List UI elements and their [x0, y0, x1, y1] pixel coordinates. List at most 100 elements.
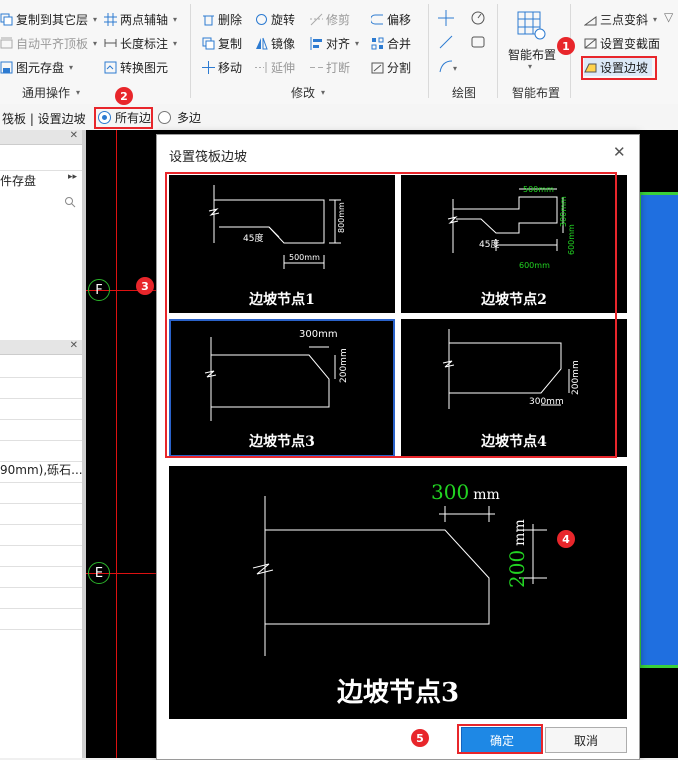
- property-row[interactable]: [0, 440, 82, 462]
- group-label-modify: 修改: [291, 86, 316, 100]
- point-draw-icon[interactable]: [438, 10, 454, 29]
- radio-empty-icon: [158, 111, 171, 124]
- chevron-down-icon[interactable]: ▾: [321, 88, 325, 97]
- three-point-slope-label: 三点变斜: [600, 12, 649, 27]
- move-label: 移动: [218, 60, 243, 75]
- preview-width-value: 300: [431, 480, 470, 504]
- length-dimension-label: 长度标注: [120, 36, 169, 51]
- copy-to-floor-button[interactable]: 复制到其它层 ▾: [0, 10, 97, 28]
- trim-label: 修剪: [326, 12, 351, 27]
- group-divider: [190, 4, 191, 98]
- axis-label-f: F: [88, 279, 110, 301]
- convert-icon: [104, 61, 117, 74]
- option-multi-edges[interactable]: 多边: [158, 109, 201, 126]
- delete-label: 删除: [218, 12, 243, 27]
- two-point-axis-button[interactable]: 两点辅轴 ▾: [104, 10, 177, 28]
- offset-label: 偏移: [387, 12, 412, 27]
- svg-text:▾: ▾: [453, 64, 457, 73]
- ribbon: 复制到其它层 ▾ 自动平齐顶板 ▾ 图元存盘 ▾ 两点辅轴 ▾ 长度标注 ▾ 转换图元 删…: [0, 0, 678, 105]
- copy-label: 复制: [218, 36, 243, 51]
- dialog-title: 设置筏板边坡: [169, 150, 248, 165]
- section-icon: [584, 37, 597, 50]
- delete-icon: [202, 13, 215, 26]
- grid-axis-line: [116, 130, 117, 758]
- property-row[interactable]: [0, 608, 82, 630]
- property-row[interactable]: [0, 503, 82, 525]
- extend-label: 延伸: [271, 60, 296, 75]
- property-row[interactable]: 90mm),砾石...: [0, 461, 82, 483]
- highlight-ok-button: [457, 724, 543, 754]
- highlight-set-slope-edge: [581, 56, 657, 80]
- circle-draw-icon[interactable]: [470, 10, 486, 29]
- cancel-button[interactable]: 取消: [545, 727, 627, 753]
- save-component-item[interactable]: 件存盘: [0, 172, 36, 189]
- save-element-button[interactable]: 图元存盘 ▾: [0, 58, 73, 76]
- group-label-smart: 智能布置: [512, 86, 561, 100]
- smart-layout-button[interactable]: 智能布置 ▾: [504, 8, 560, 78]
- property-row[interactable]: [0, 566, 82, 588]
- dimension-icon: [104, 37, 117, 50]
- arc-draw-icon[interactable]: ▾: [438, 58, 458, 77]
- overflow-icon[interactable]: ▽: [664, 10, 673, 24]
- line-draw-icon[interactable]: [438, 34, 454, 53]
- merge-button[interactable]: 合并: [371, 34, 411, 52]
- highlight-node-grid: [165, 172, 617, 458]
- length-dimension-button[interactable]: 长度标注 ▾: [104, 34, 177, 52]
- mirror-button[interactable]: 镜像: [255, 34, 295, 52]
- chevron-down-icon: ▾: [528, 62, 533, 71]
- auto-align-top-button[interactable]: 自动平齐顶板 ▾: [0, 34, 97, 52]
- rotate-button[interactable]: 旋转: [255, 10, 295, 28]
- auto-align-top-label: 自动平齐顶板: [16, 36, 89, 51]
- axis-icon: [104, 12, 117, 26]
- break-button[interactable]: 打断: [310, 58, 350, 76]
- split-button[interactable]: 分割: [371, 58, 411, 76]
- offset-button[interactable]: 偏移: [371, 10, 411, 28]
- break-icon: [310, 61, 323, 74]
- property-row[interactable]: [0, 482, 82, 504]
- copy-to-floor-label: 复制到其它层: [16, 12, 89, 27]
- smart-layout-label: 智能布置: [507, 48, 556, 62]
- preview-height-unit: mm: [512, 519, 528, 546]
- highlight-all-edges-option: [94, 107, 153, 129]
- slope-preview-panel: 300 mm 200 mm 边坡节点3: [169, 466, 627, 719]
- convert-element-button[interactable]: 转换图元: [104, 58, 168, 76]
- property-row[interactable]: [0, 398, 82, 420]
- property-row[interactable]: [0, 524, 82, 546]
- property-row[interactable]: [0, 587, 82, 609]
- extend-icon: [255, 61, 268, 74]
- extend-button[interactable]: 延伸: [255, 58, 295, 76]
- convert-element-label: 转换图元: [120, 60, 169, 75]
- preview-width-unit: mm: [473, 487, 500, 503]
- split-label: 分割: [387, 60, 412, 75]
- rotate-label: 旋转: [271, 12, 296, 27]
- copy-button[interactable]: 复制: [202, 34, 242, 52]
- set-variable-section-button[interactable]: 设置变截面: [584, 34, 660, 52]
- callout-badge-1: 1: [557, 37, 575, 55]
- expand-icon[interactable]: ▸▸: [68, 172, 77, 182]
- close-icon[interactable]: ✕: [70, 340, 78, 351]
- preview-label: 边坡节点3: [336, 678, 460, 708]
- raft-slab-element[interactable]: [638, 192, 678, 668]
- slope-icon: [584, 13, 597, 26]
- property-row[interactable]: [0, 419, 82, 441]
- close-icon[interactable]: ✕: [613, 143, 626, 161]
- set-variable-section-label: 设置变截面: [600, 36, 661, 51]
- rect-draw-icon[interactable]: [470, 34, 486, 53]
- property-row[interactable]: [0, 377, 82, 399]
- panel-header: ✕: [0, 130, 82, 145]
- two-point-axis-label: 两点辅轴: [120, 12, 169, 27]
- three-point-slope-button[interactable]: 三点变斜 ▾: [584, 10, 657, 28]
- mirror-label: 镜像: [271, 36, 296, 51]
- group-label-draw: 绘图: [452, 86, 477, 100]
- search-icon[interactable]: [64, 196, 76, 211]
- align-icon: [310, 36, 323, 50]
- property-row[interactable]: [0, 545, 82, 567]
- move-button[interactable]: 移动: [202, 58, 242, 76]
- callout-badge-5: 5: [411, 729, 429, 747]
- trim-button[interactable]: 修剪: [310, 10, 350, 28]
- close-icon[interactable]: ✕: [70, 130, 78, 141]
- chevron-down-icon[interactable]: ▾: [76, 88, 80, 97]
- property-row[interactable]: [0, 356, 82, 378]
- align-button[interactable]: 对齐 ▾: [310, 34, 359, 52]
- delete-button[interactable]: 删除: [202, 10, 242, 28]
